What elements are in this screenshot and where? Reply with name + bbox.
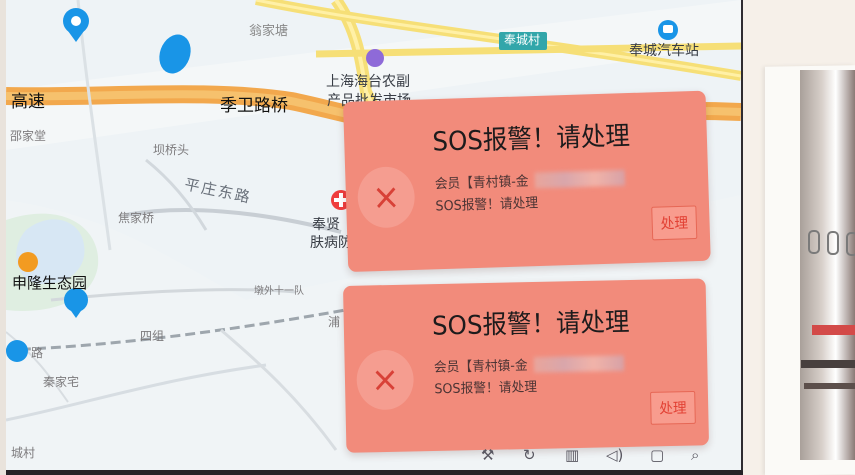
book-edge <box>800 70 855 460</box>
member-text: 会员【青村镇-金 <box>434 167 625 193</box>
monitor-screen: 翁家塘 奉城村 奉城汽车站 上海海台农副 产品批发市场 季卫路桥 高速 邵家堂 … <box>6 0 749 475</box>
photo-scene: 翁家塘 奉城村 奉城汽车站 上海海台农副 产品批发市场 季卫路桥 高速 邵家堂 … <box>0 0 855 475</box>
map-label-left-house: 邵家堂 <box>10 129 47 143</box>
bottom-toolbar: ⚒ ↻ ▥ ◁) ▢ ⌕ <box>481 445 731 469</box>
binder-ring-icon <box>808 230 820 254</box>
close-icon[interactable]: × <box>356 165 416 229</box>
process-button[interactable]: 处理 <box>651 205 698 241</box>
map-label-shenlong-garden: 申隆生态园 <box>12 274 88 292</box>
alert-message: SOS报警！请处理 <box>434 379 538 398</box>
sos-alert-card: × SOS报警！请处理 会员【青村镇-金 SOS报警！请处理 处理 <box>343 90 711 273</box>
process-button[interactable]: 处理 <box>650 390 696 425</box>
map-label-city-village: 城村 <box>11 446 36 460</box>
binder-ring-icon <box>846 232 855 256</box>
alert-title: SOS报警！请处理 <box>432 120 631 157</box>
map-label-qinjiazhai: 秦家宅 <box>43 375 80 389</box>
alert-title: SOS报警！请处理 <box>431 306 630 341</box>
map-label-pu-road: 浦 <box>328 315 341 329</box>
window-icon[interactable]: ▢ <box>650 445 664 465</box>
wrench-icon[interactable]: ⚒ <box>481 445 494 465</box>
sos-alert-card: × SOS报警！请处理 会员【青村镇-金 SOS报警！请处理 处理 <box>343 278 710 453</box>
map-label-jiaojiaqiao: 焦家桥 <box>118 211 155 225</box>
map-label-bus-station: 奉城汽车站 <box>629 43 699 59</box>
map-label-expressway: 高速 <box>11 92 45 112</box>
map-label-top-village: 翁家塘 <box>249 24 289 39</box>
binder-ring-icon <box>827 231 839 255</box>
map-label-dun-team: 墩外十一队 <box>254 286 304 297</box>
book-dark-stripe <box>801 360 855 368</box>
trash-icon[interactable]: ▥ <box>565 445 579 465</box>
alert-message: SOS报警！请处理 <box>435 195 539 215</box>
map-label-group-four: 四组 <box>140 329 165 343</box>
close-icon[interactable]: × <box>356 349 415 411</box>
map-label-market-line-one: 上海海台农副 <box>326 74 410 90</box>
volume-icon[interactable]: ◁) <box>606 445 623 465</box>
book-dark-stripe <box>804 383 855 389</box>
book-red-stripe <box>812 325 855 335</box>
member-text: 会员【青村镇-金 <box>434 352 624 376</box>
map-label-fengxian-line-one: 奉贤 <box>312 217 340 233</box>
map-label-fengcheng-village: 奉城村 <box>504 33 541 47</box>
map-label-jianqiao-head: 坝桥头 <box>153 143 190 157</box>
map-label-fengxian-line-two: 肤病防 <box>310 235 352 251</box>
refresh-icon[interactable]: ↻ <box>523 445 536 465</box>
search-icon[interactable]: ⌕ <box>691 445 699 465</box>
map-label-road-short: 路 <box>31 346 44 360</box>
map-label-jiweilu-bridge: 季卫路桥 <box>220 96 288 116</box>
